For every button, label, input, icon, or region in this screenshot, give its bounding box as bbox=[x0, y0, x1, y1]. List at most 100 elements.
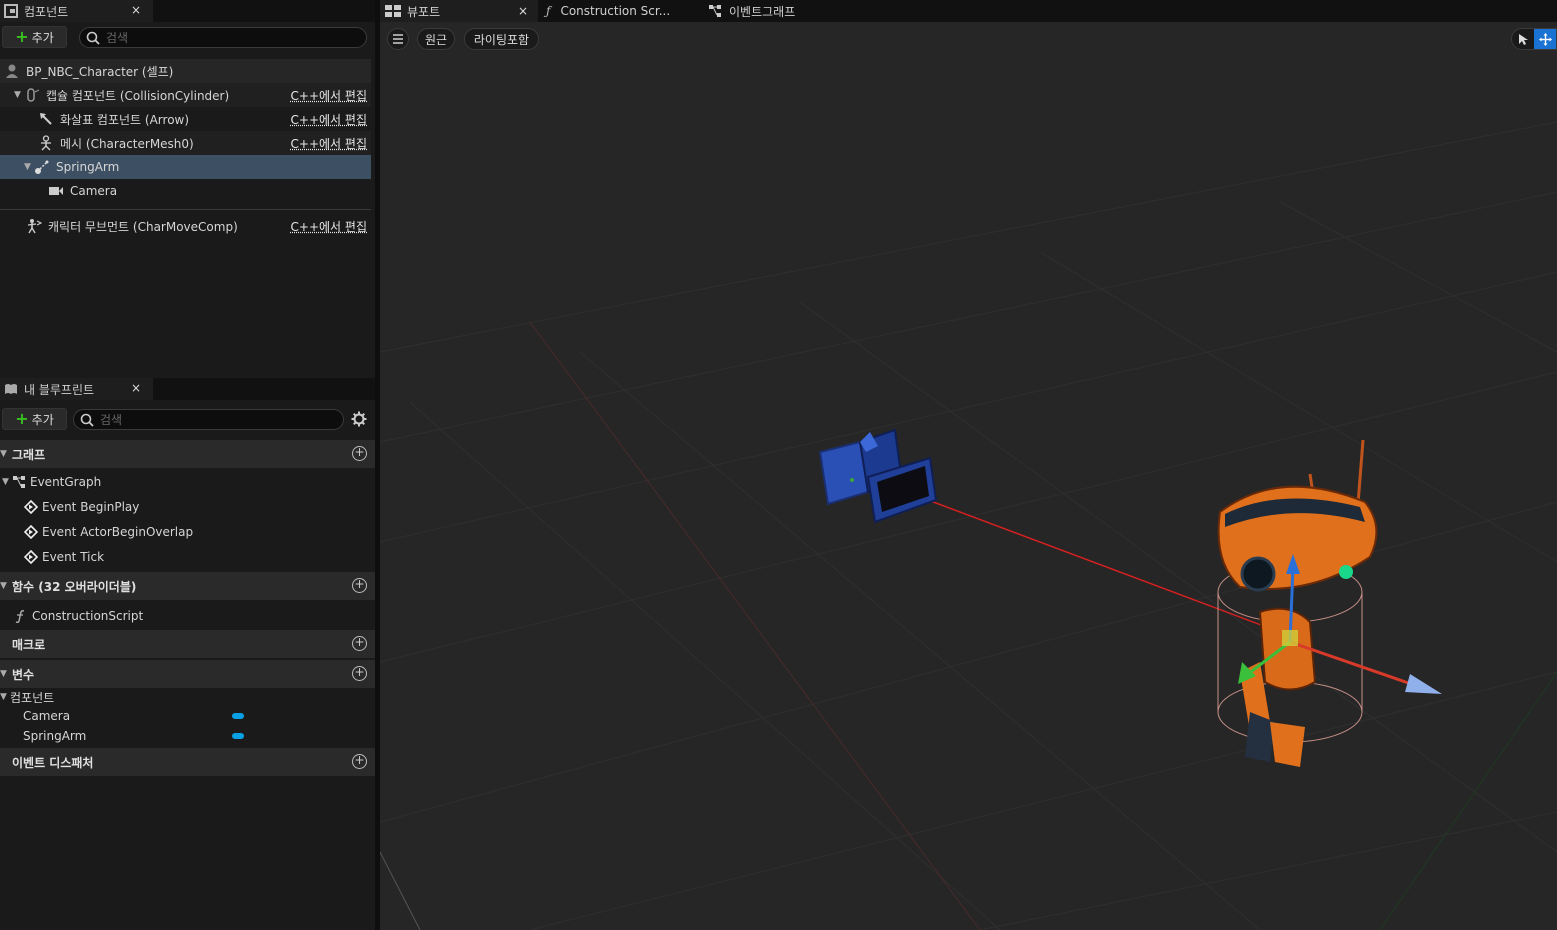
list-item-event[interactable]: Event Tick bbox=[0, 544, 375, 569]
edit-in-cpp-link[interactable]: C++에서 편집 bbox=[291, 135, 367, 152]
add-function-icon[interactable]: + bbox=[352, 578, 367, 593]
tab-construction-script[interactable]: ƒ Construction Scr... bbox=[546, 0, 696, 22]
section-functions[interactable]: ▼ 함수 (32 오버라이더블) + bbox=[0, 572, 375, 600]
tree-row-camera[interactable]: Camera bbox=[0, 179, 371, 203]
blueprint-tabstrip: 내 블루프린트 × bbox=[0, 378, 375, 400]
edit-in-cpp-link[interactable]: C++에서 편집 bbox=[291, 111, 367, 128]
gear-icon[interactable] bbox=[351, 411, 367, 427]
blueprint-search[interactable] bbox=[73, 409, 344, 430]
translate-tool-button[interactable] bbox=[1534, 29, 1556, 49]
tree-row-movement[interactable]: 캐릭터 무브먼트 (CharMoveComp) C++에서 편집 bbox=[0, 214, 371, 238]
my-blueprint-tab[interactable]: 내 블루프린트 × bbox=[0, 378, 153, 400]
function-icon: ƒ bbox=[546, 4, 551, 18]
components-toolbar: + 추가 bbox=[0, 22, 375, 52]
collapse-arrow-icon[interactable]: ▼ bbox=[0, 692, 10, 702]
edit-in-cpp-link[interactable]: C++에서 편집 bbox=[291, 218, 367, 235]
add-component-label: 추가 bbox=[31, 30, 54, 45]
section-variables-label: 변수 bbox=[12, 667, 35, 682]
section-dispatchers[interactable]: 이벤트 디스패처 + bbox=[0, 748, 375, 776]
robot-eye-glow bbox=[1339, 565, 1353, 579]
list-item-event[interactable]: Event ActorBeginOverlap bbox=[0, 519, 375, 544]
collapse-arrow-icon[interactable]: ▼ bbox=[0, 581, 12, 591]
tree-row-label: Camera bbox=[70, 184, 118, 198]
expand-arrow-icon[interactable]: ▼ bbox=[14, 90, 24, 100]
close-icon[interactable]: × bbox=[131, 381, 141, 395]
add-graph-icon[interactable]: + bbox=[352, 446, 367, 461]
blueprint-toolbar: + 추가 bbox=[0, 404, 375, 434]
section-macros[interactable]: 매크로 + bbox=[0, 630, 375, 658]
close-icon[interactable]: × bbox=[131, 3, 141, 17]
tree-row-label: BP_NBC_Character (셀프) bbox=[26, 64, 174, 79]
camera-icon bbox=[49, 187, 63, 195]
close-icon[interactable]: × bbox=[518, 4, 528, 18]
list-item-eventgraph[interactable]: ▼ EventGraph bbox=[0, 469, 375, 494]
list-item-event[interactable]: Event BeginPlay bbox=[0, 494, 375, 519]
view-mode-button[interactable]: 원근 bbox=[417, 28, 455, 50]
tree-row-label: 캐릭터 무브먼트 (CharMoveComp) bbox=[48, 219, 238, 234]
list-item-function[interactable]: ConstructionScript bbox=[0, 603, 375, 628]
tree-row-label: 캡슐 컴포넌트 (CollisionCylinder) bbox=[46, 88, 230, 103]
tree-divider bbox=[0, 209, 371, 210]
event-graph-icon bbox=[13, 475, 25, 488]
list-item-variable[interactable]: Camera bbox=[0, 706, 375, 726]
ground-grid bbox=[380, 121, 1557, 930]
character-mesh[interactable] bbox=[1217, 439, 1442, 767]
tab-viewport[interactable]: 뷰포트 × bbox=[380, 0, 538, 22]
tree-row-self[interactable]: BP_NBC_Character (셀프) bbox=[0, 59, 371, 83]
collapse-arrow-icon[interactable]: ▼ bbox=[0, 449, 12, 459]
lighting-mode-button[interactable]: 라이팅포함 bbox=[464, 28, 539, 50]
event-label: Event ActorBeginOverlap bbox=[42, 524, 194, 539]
editor-tabstrip: 뷰포트 × ƒ Construction Scr... 이벤트그래프 bbox=[380, 0, 1557, 22]
components-search-input[interactable] bbox=[106, 30, 306, 45]
variable-category[interactable]: ▼ 컴포넌트 bbox=[0, 688, 375, 706]
edit-in-cpp-link[interactable]: C++에서 편집 bbox=[291, 87, 367, 104]
event-graph-label: EventGraph bbox=[30, 474, 102, 489]
add-dispatcher-icon[interactable]: + bbox=[352, 754, 367, 769]
viewport-menu-button[interactable] bbox=[387, 28, 409, 50]
hamburger-icon bbox=[393, 34, 403, 44]
function-label: ConstructionScript bbox=[32, 608, 144, 623]
event-diamond-icon bbox=[24, 549, 38, 564]
gizmo-center[interactable] bbox=[1282, 630, 1298, 646]
editor-area: 뷰포트 × ƒ Construction Scr... 이벤트그래프 원근 라이… bbox=[380, 0, 1557, 930]
search-icon bbox=[80, 413, 94, 427]
tab-event-graph[interactable]: 이벤트그래프 bbox=[708, 0, 838, 22]
list-item-variable[interactable]: SpringArm bbox=[0, 726, 375, 746]
character-movement-icon bbox=[27, 219, 42, 234]
search-icon bbox=[86, 31, 100, 45]
tree-row-mesh[interactable]: 메시 (CharacterMesh0) C++에서 편집 bbox=[0, 131, 371, 155]
add-component-button[interactable]: + 추가 bbox=[2, 26, 67, 48]
components-search[interactable] bbox=[79, 27, 367, 48]
tree-row-arrow[interactable]: 화살표 컴포넌트 (Arrow) C++에서 편집 bbox=[0, 107, 371, 131]
cursor-icon bbox=[1518, 33, 1528, 45]
section-graphs[interactable]: ▼ 그래프 + bbox=[0, 440, 375, 468]
tree-row-label: 메시 (CharacterMesh0) bbox=[60, 136, 194, 151]
select-tool-button[interactable] bbox=[1512, 29, 1534, 49]
tree-row-springarm[interactable]: ▼ SpringArm bbox=[0, 155, 371, 179]
collapse-arrow-icon[interactable]: ▼ bbox=[2, 477, 12, 487]
book-icon bbox=[5, 384, 17, 394]
tab-event-graph-label: 이벤트그래프 bbox=[729, 4, 796, 19]
section-variables[interactable]: ▼ 변수 + bbox=[0, 660, 375, 688]
add-member-button[interactable]: + 추가 bbox=[2, 408, 67, 430]
components-tab[interactable]: 컴포넌트 × bbox=[0, 0, 153, 22]
x-axis-line bbox=[529, 321, 981, 930]
viewport-canvas[interactable]: 원근 라이팅포함 bbox=[380, 22, 1557, 930]
antenna-right bbox=[1356, 439, 1365, 505]
variable-type-pill bbox=[232, 733, 244, 739]
add-variable-icon[interactable]: + bbox=[352, 666, 367, 681]
add-macro-icon[interactable]: + bbox=[352, 636, 367, 651]
person-icon bbox=[6, 64, 18, 78]
section-graphs-label: 그래프 bbox=[12, 447, 46, 462]
components-tab-label: 컴포넌트 bbox=[24, 4, 69, 19]
collapse-arrow-icon[interactable]: ▼ bbox=[0, 669, 12, 679]
event-label: Event Tick bbox=[42, 549, 105, 564]
tree-row-capsule[interactable]: ▼ 캡슐 컴포넌트 (CollisionCylinder) C++에서 편집 bbox=[0, 83, 371, 107]
gizmo-x-arrow[interactable] bbox=[1405, 674, 1442, 694]
variable-type-pill bbox=[232, 713, 244, 719]
my-blueprint-tab-label: 내 블루프린트 bbox=[24, 382, 95, 397]
arrow-component-icon bbox=[40, 113, 52, 125]
variable-label: SpringArm bbox=[23, 729, 87, 743]
expand-arrow-icon[interactable]: ▼ bbox=[24, 162, 34, 172]
blueprint-search-input[interactable] bbox=[100, 412, 300, 427]
